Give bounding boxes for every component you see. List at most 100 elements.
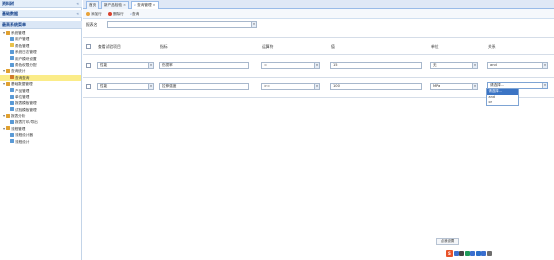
panel-header-basic-data[interactable]: 基础数据 «: [0, 10, 82, 18]
table-border: [83, 97, 554, 98]
indicator-value: 伤损率: [162, 63, 173, 67]
sidebar-item-label: 用户管理: [15, 37, 30, 42]
close-icon[interactable]: ×: [123, 3, 126, 7]
row-checkbox[interactable]: [86, 84, 91, 89]
collapse-icon[interactable]: «: [76, 10, 79, 18]
page-icon: [10, 88, 14, 93]
test-item-select[interactable]: 性能 ▾: [97, 83, 154, 90]
relation-value: 请选择...: [490, 83, 505, 87]
ime-logo-icon[interactable]: S: [446, 250, 453, 257]
sidebar-item-label: 报表打印/导出: [15, 120, 38, 125]
value-text: 100: [333, 84, 340, 88]
tray-icon[interactable]: [464, 251, 470, 256]
folder-icon: [6, 68, 10, 73]
sidebar-item-label: 流程设计器: [15, 133, 33, 138]
indicator-field[interactable]: 拉伸强度: [159, 83, 249, 90]
sidebar-item-label: 查询查询: [15, 75, 30, 80]
sidebar-item-label: 试验模板管理: [15, 107, 37, 112]
sidebar-item-label: 基础数据管理: [11, 82, 33, 87]
add-row-button[interactable]: 添加行: [86, 11, 102, 17]
tab-label: 查询管理: [137, 3, 152, 7]
test-item-value: 性能: [100, 63, 108, 67]
panel-header-resource-tree[interactable]: 资料树 «: [0, 0, 82, 8]
relation-dropdown-list: 请选择... and or: [486, 88, 519, 106]
dropdown-option[interactable]: or: [487, 100, 518, 106]
value-field[interactable]: 100: [330, 83, 422, 90]
row-checkbox[interactable]: [86, 63, 91, 68]
indicator-field[interactable]: 伤损率: [159, 62, 249, 69]
query-button[interactable]: ⌕查询: [130, 11, 139, 17]
query-label: 查询: [132, 12, 140, 16]
tray-icon[interactable]: [459, 251, 464, 256]
relation-value: and: [490, 63, 497, 67]
tab-new-product-inspection[interactable]: 新产品检验×: [101, 1, 129, 9]
panel-header-label: 资料树: [2, 1, 14, 6]
sidebar-item-label: 角色管理: [15, 43, 30, 48]
table-border: [83, 37, 554, 38]
chevron-down-icon[interactable]: ▾: [251, 22, 256, 27]
page-icon: [10, 49, 14, 54]
page-icon: [10, 36, 14, 41]
tray-icon[interactable]: [470, 251, 475, 256]
relation-select[interactable]: and ▾: [487, 62, 548, 69]
page-icon: [10, 56, 14, 61]
table-border: [83, 77, 554, 78]
page-icon: [10, 43, 14, 48]
folder-icon: [6, 30, 10, 35]
sidebar-item-label: 报表分析: [11, 114, 26, 119]
sidebar-item-label: 单位管理: [15, 94, 30, 99]
operator-select[interactable]: = ▾: [261, 62, 320, 69]
tray-icon[interactable]: [453, 251, 459, 256]
operator-select[interactable]: >= ▾: [261, 83, 320, 90]
tab-label: 首页: [89, 3, 97, 7]
sidebar-item-label: 系统管理: [11, 31, 26, 35]
unit-select[interactable]: MPa ▾: [430, 83, 478, 90]
chevron-down-icon[interactable]: ▾: [148, 63, 153, 68]
sidebar-item-label: 报表模板管理: [15, 101, 37, 106]
tab-label: 新产品检验: [104, 3, 122, 7]
chevron-down-icon[interactable]: ▾: [314, 63, 319, 68]
column-header-operator: 运算符: [262, 44, 274, 49]
delete-row-label: 删除行: [113, 12, 124, 16]
chevron-down-icon[interactable]: ▾: [148, 84, 153, 89]
navigation-tree: ▾ 系统管理 用户管理 角色管理 系统日志管理 用户模块设置 角色权限分配 ▾ 查询统计 查询查询…: [0, 30, 81, 145]
sidebar-item-label: 系统日志管理: [15, 50, 37, 55]
sidebar-item-label: 用户模块设置: [15, 56, 37, 61]
settings-tooltip: 点我设置: [436, 238, 459, 245]
unit-select[interactable]: 无 ▾: [430, 62, 478, 69]
input-method-tray: S: [446, 250, 494, 258]
tray-icon[interactable]: [486, 251, 492, 256]
panel-header-system-menu[interactable]: 最高系统菜单: [0, 21, 82, 29]
folder-icon: [6, 126, 10, 131]
chevron-down-icon[interactable]: ▾: [542, 63, 547, 68]
table-border: [83, 54, 554, 55]
select-all-checkbox[interactable]: [86, 44, 91, 49]
page-icon: [10, 62, 14, 67]
sidebar-item-label: 流程设计: [15, 139, 30, 144]
page-icon: [10, 94, 14, 99]
sidebar-item-label: 角色权限分配: [15, 62, 37, 67]
tab-home[interactable]: 首页: [86, 1, 100, 9]
report-name-label: 报表名: [86, 22, 98, 27]
folder-icon: [6, 81, 10, 86]
test-item-select[interactable]: 性能 ▾: [97, 62, 154, 69]
chevron-down-icon[interactable]: ▾: [314, 84, 319, 89]
close-icon[interactable]: ×: [153, 3, 156, 7]
chevron-down-icon[interactable]: ▾: [472, 84, 477, 89]
unit-value: 无: [433, 63, 437, 67]
tray-icon[interactable]: [475, 251, 481, 256]
column-header-unit: 单位: [431, 44, 439, 49]
chevron-down-icon[interactable]: ▾: [542, 83, 547, 88]
operator-value: >=: [264, 84, 271, 88]
sidebar-item[interactable]: 流程设计: [0, 139, 81, 145]
sidebar-item-label: 查询统计: [11, 69, 26, 74]
tray-icon[interactable]: [481, 251, 486, 256]
page-icon: [10, 107, 14, 112]
collapse-icon[interactable]: «: [76, 0, 79, 8]
column-header-indicator: 指标: [160, 44, 168, 49]
value-field[interactable]: 15: [330, 62, 422, 69]
left-navigation-panel: 资料树 « 基础数据 « 最高系统菜单 ▾ 系统管理 用户管理 角色管理 系统日志管理用…: [0, 0, 82, 260]
chevron-down-icon[interactable]: ▾: [472, 63, 477, 68]
report-name-select[interactable]: ▾: [107, 21, 257, 28]
delete-row-button[interactable]: 删除行: [108, 11, 124, 17]
